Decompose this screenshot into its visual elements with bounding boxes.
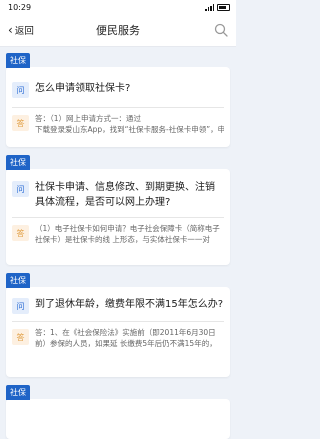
answer-badge: 答 bbox=[12, 115, 29, 131]
status-bar: 10:29 bbox=[0, 0, 236, 14]
page-title: 便民服务 bbox=[96, 24, 140, 37]
answer-line-2: 下载登录爱山东App，找到“社保卡服务-社保卡申领”，申请“社保卡邮寄”即可..… bbox=[35, 124, 224, 134]
faq-card-body[interactable] bbox=[6, 399, 230, 439]
answer-badge: 答 bbox=[12, 329, 29, 345]
category-tag: 社保 bbox=[6, 385, 30, 400]
question-row: 问 怎么申请领取社保卡? bbox=[12, 73, 224, 108]
status-icons bbox=[205, 3, 230, 11]
faq-card-body[interactable]: 问 怎么申请领取社保卡? 答 答：（1）网上申请方式一：通过 下载登录爱山东Ap… bbox=[6, 67, 230, 147]
category-tag: 社保 bbox=[6, 53, 30, 68]
answer-row: 答 （1）电子社保卡如何申请？电子社会保障卡（简称电子社保卡）是社保卡的线 上形… bbox=[12, 218, 224, 245]
back-button[interactable]: ‹ 返回 bbox=[0, 23, 34, 37]
answer-line-1: 答：（1）网上申请方式一：通过 bbox=[35, 114, 142, 123]
question-badge: 问 bbox=[12, 298, 29, 314]
question-text: 到了退休年龄，缴费年限不满15年怎么办? bbox=[35, 299, 224, 310]
battery-icon bbox=[217, 3, 230, 11]
header-bar: ‹ 返回 便民服务 bbox=[0, 14, 236, 47]
answer-text: 答：（1）网上申请方式一：通过 下载登录爱山东App，找到“社保卡服务-社保卡申… bbox=[35, 114, 224, 135]
search-icon[interactable] bbox=[214, 23, 228, 37]
faq-card[interactable]: 社保 问 社保卡申请、信息修改、到期更换、注销具体流程，是否可以网上办理? 答 … bbox=[6, 155, 230, 265]
question-row: 问 到了退休年龄，缴费年限不满15年怎么办? bbox=[12, 293, 224, 322]
faq-card-body[interactable]: 问 到了退休年龄，缴费年限不满15年怎么办? 答 答：1、在《社会保险法》实施前… bbox=[6, 287, 230, 377]
question-badge: 问 bbox=[12, 181, 29, 197]
question-badge: 问 bbox=[12, 82, 29, 98]
faq-card[interactable]: 社保 bbox=[6, 385, 230, 439]
category-tag: 社保 bbox=[6, 155, 30, 170]
question-text: 怎么申请领取社保卡? bbox=[35, 83, 131, 94]
question-row: 问 社保卡申请、信息修改、到期更换、注销具体流程，是否可以网上办理? bbox=[12, 175, 224, 218]
chevron-left-icon: ‹ bbox=[8, 23, 13, 37]
faq-card[interactable]: 社保 问 怎么申请领取社保卡? 答 答：（1）网上申请方式一：通过 下载登录爱山… bbox=[6, 53, 230, 147]
answer-text: 答：1、在《社会保险法》实施前（即2011年6月30日前）参保的人员，如果延 长… bbox=[35, 328, 224, 349]
signal-icon bbox=[205, 3, 214, 11]
faq-card[interactable]: 社保 问 到了退休年龄，缴费年限不满15年怎么办? 答 答：1、在《社会保险法》… bbox=[6, 273, 230, 377]
status-time: 10:29 bbox=[8, 2, 32, 12]
back-label: 返回 bbox=[14, 26, 34, 37]
answer-row: 答 答：1、在《社会保险法》实施前（即2011年6月30日前）参保的人员，如果延… bbox=[12, 322, 224, 349]
category-tag: 社保 bbox=[6, 273, 30, 288]
faq-card-body[interactable]: 问 社保卡申请、信息修改、到期更换、注销具体流程，是否可以网上办理? 答 （1）… bbox=[6, 169, 230, 265]
answer-text: （1）电子社保卡如何申请？电子社会保障卡（简称电子社保卡）是社保卡的线 上形态，… bbox=[35, 224, 224, 245]
answer-row: 答 答：（1）网上申请方式一：通过 下载登录爱山东App，找到“社保卡服务-社保… bbox=[12, 108, 224, 135]
question-text: 社保卡申请、信息修改、到期更换、注销具体流程，是否可以网上办理? bbox=[35, 182, 215, 208]
faq-list: 社保 问 怎么申请领取社保卡? 答 答：（1）网上申请方式一：通过 下载登录爱山… bbox=[0, 53, 236, 439]
answer-badge: 答 bbox=[12, 225, 29, 241]
